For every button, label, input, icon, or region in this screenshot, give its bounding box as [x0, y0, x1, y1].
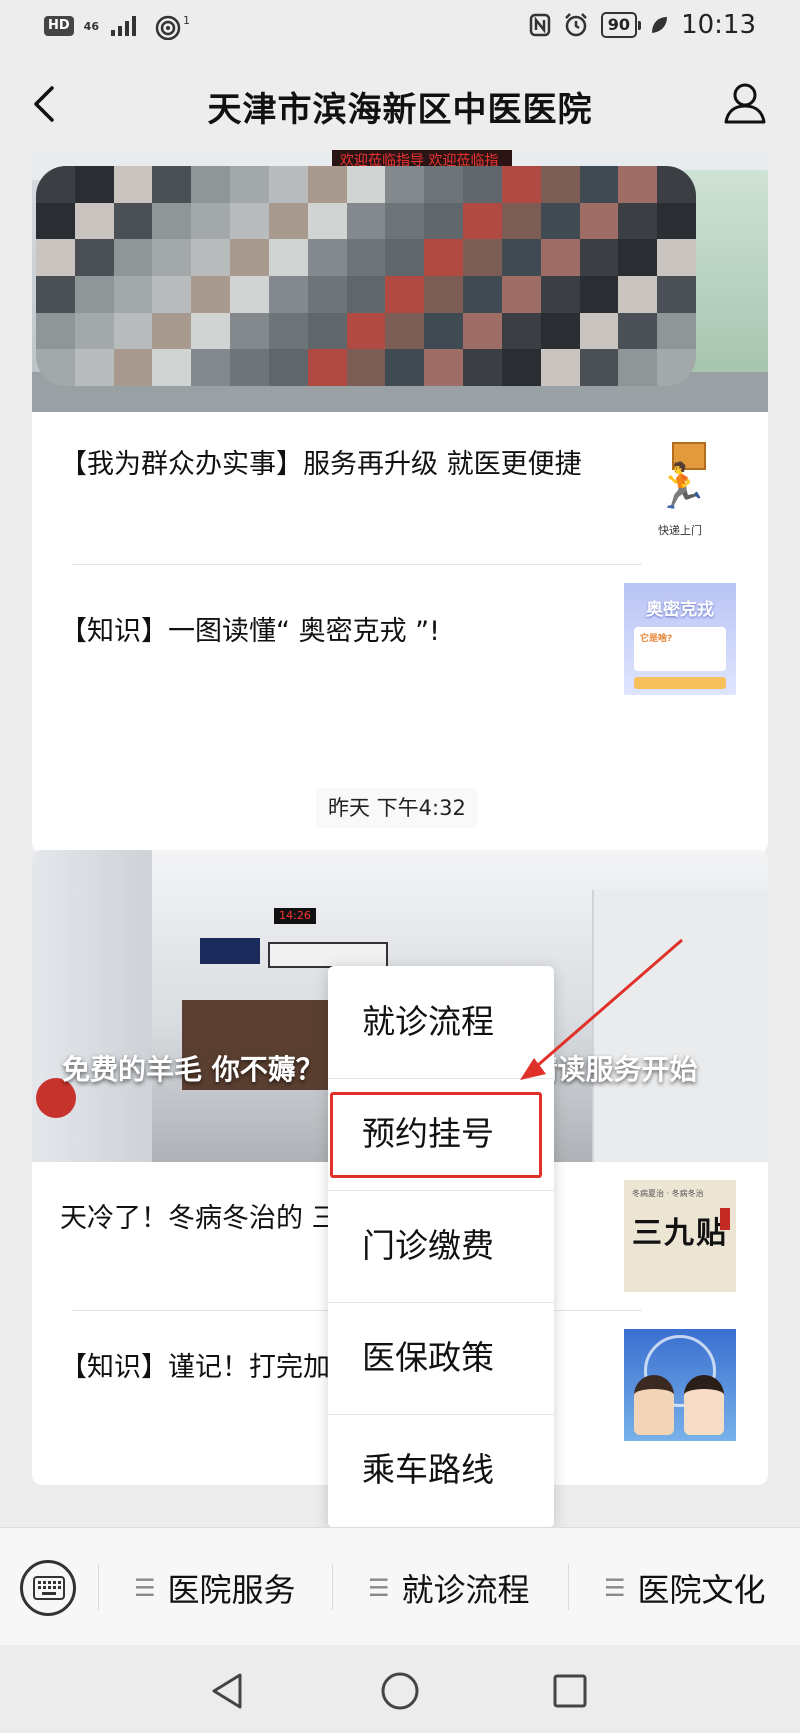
- hero-image[interactable]: 欢迎莅临指导 欢迎莅临指导: [32, 150, 768, 412]
- courier-icon: 🏃: [654, 461, 709, 512]
- article-item[interactable]: 【知识】一图读懂“ 奥密克戎 ”! 奥密克戎 它是啥?: [32, 565, 768, 715]
- submenu-item-insurance[interactable]: 医保政策: [328, 1302, 554, 1414]
- page-title: 天津市滨海新区中医医院: [207, 90, 593, 130]
- keyboard-icon: [33, 1576, 65, 1600]
- battery-indicator: 90: [600, 12, 642, 38]
- divider: [568, 1564, 569, 1610]
- menu-tab-visit-process[interactable]: ☰ 就诊流程: [368, 1558, 530, 1618]
- message-timestamp: 昨天 下午4:32: [316, 788, 478, 828]
- menu-tab-label: 医院文化: [637, 1571, 766, 1609]
- keyboard-toggle-button[interactable]: [20, 1560, 76, 1616]
- article-title: 【我为群众办实事】服务再升级 就医更便捷: [60, 449, 582, 480]
- highlight-box-appointment: [330, 1092, 542, 1178]
- network-type: 46: [83, 19, 99, 33]
- menu-tab-hospital-culture[interactable]: ☰ 医院文化: [604, 1558, 766, 1618]
- leaf-icon: [652, 17, 668, 33]
- submenu-item-payment[interactable]: 门诊缴费: [328, 1190, 554, 1302]
- hd-badge: HD: [44, 16, 74, 36]
- article-thumbnail: 🏃 快递上门: [624, 432, 736, 544]
- article-thumbnail: 奥密克戎 它是啥?: [624, 583, 736, 695]
- wifi-badge: 1: [182, 13, 190, 27]
- clock-time: 10:13: [681, 10, 756, 40]
- divider: [98, 1564, 99, 1610]
- thumbnail-caption: 快递上门: [658, 524, 702, 537]
- nav-back-icon[interactable]: [208, 1671, 244, 1711]
- article-thumbnail: 冬病夏治 · 冬病冬治 三九贴: [624, 1180, 736, 1292]
- submenu-item-transport[interactable]: 乘车路线: [328, 1414, 554, 1526]
- user-profile-icon[interactable]: [722, 80, 768, 126]
- menu-tab-hospital-services[interactable]: ☰ 医院服务: [134, 1558, 296, 1618]
- article-card[interactable]: 欢迎莅临指导 欢迎莅临指导 【我为群众办实事】服务再升级 就医更便捷 🏃 快递上…: [32, 150, 768, 853]
- mosaic-blur: [36, 166, 696, 386]
- menu-tab-label: 就诊流程: [401, 1571, 530, 1609]
- thumbnail-title: 奥密克戎: [646, 600, 714, 620]
- header-bar: 天津市滨海新区中医医院: [0, 56, 800, 150]
- system-nav-bar: [0, 1645, 800, 1733]
- submenu-item-visit-process[interactable]: 就诊流程: [328, 966, 554, 1078]
- submenu-popup: 就诊流程 预约挂号 门诊缴费 医保政策 乘车路线: [328, 966, 554, 1528]
- signal-icon: [110, 16, 136, 36]
- nfc-icon: [529, 13, 551, 37]
- article-item[interactable]: 【我为群众办实事】服务再升级 就医更便捷 🏃 快递上门: [32, 412, 768, 564]
- bottom-menu-bar: ☰ 医院服务 ☰ 就诊流程 ☰ 医院文化: [0, 1527, 800, 1645]
- article-title: 【知识】一图读懂“ 奥密克戎 ”!: [60, 616, 440, 647]
- menu-lines-icon: ☰: [134, 1574, 156, 1602]
- divider: [332, 1564, 333, 1610]
- menu-lines-icon: ☰: [368, 1574, 390, 1602]
- wifi-icon: [155, 15, 181, 40]
- menu-tab-label: 医院服务: [167, 1571, 296, 1609]
- nav-home-icon[interactable]: [380, 1671, 420, 1711]
- article-thumbnail: [624, 1329, 736, 1441]
- nav-recents-icon[interactable]: [552, 1673, 588, 1709]
- menu-lines-icon: ☰: [604, 1574, 626, 1602]
- thumbnail-label: 它是啥?: [640, 634, 673, 644]
- status-bar: HD 46 1 90 10:13: [0, 0, 800, 56]
- wall-clock: 14:26: [274, 908, 316, 924]
- alarm-icon: [564, 13, 587, 37]
